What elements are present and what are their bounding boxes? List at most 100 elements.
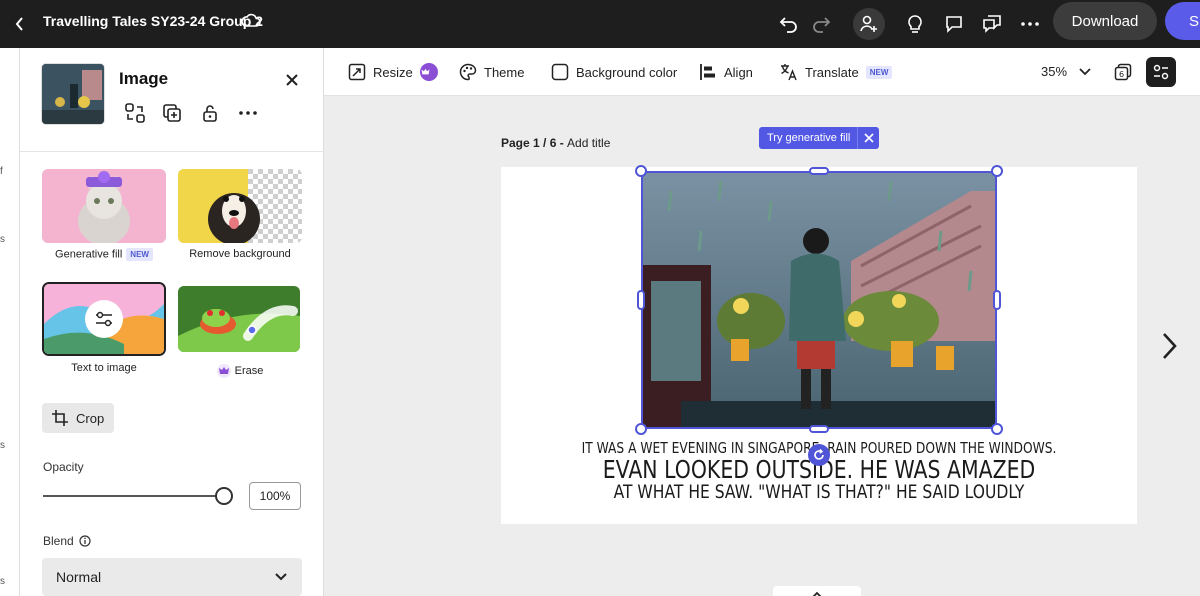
left-rail: f s s s bbox=[0, 48, 20, 596]
layers-icon bbox=[1153, 64, 1169, 80]
color-swatch-icon bbox=[551, 63, 569, 81]
panel-title: Image bbox=[119, 69, 169, 88]
background-color-button[interactable]: Background color bbox=[551, 61, 677, 83]
generative-fill-card[interactable] bbox=[42, 169, 166, 243]
opacity-slider-track[interactable] bbox=[43, 495, 225, 497]
redo-icon bbox=[813, 17, 831, 33]
duplicate-icon bbox=[163, 104, 181, 122]
info-icon[interactable] bbox=[79, 535, 91, 547]
resize-handle[interactable] bbox=[991, 423, 1003, 435]
theme-button[interactable]: Theme bbox=[459, 61, 524, 83]
selection-frame bbox=[641, 171, 997, 429]
premium-crown-icon bbox=[216, 364, 231, 378]
lightbulb-icon bbox=[908, 15, 922, 33]
try-generative-fill-button[interactable]: Try generative fill bbox=[759, 127, 879, 149]
close-icon bbox=[286, 74, 298, 86]
chevron-down-icon bbox=[1079, 68, 1091, 76]
comment-button[interactable] bbox=[938, 8, 970, 40]
rotate-handle[interactable] bbox=[808, 444, 830, 466]
pages-icon: 6 bbox=[1114, 63, 1132, 81]
replace-icon bbox=[125, 103, 145, 123]
download-button[interactable]: Download bbox=[1053, 2, 1157, 40]
new-badge: NEW bbox=[126, 248, 153, 261]
more-options-button[interactable] bbox=[237, 102, 259, 124]
translate-button[interactable]: Translate NEW bbox=[780, 61, 893, 83]
crop-button[interactable]: Crop bbox=[42, 403, 114, 433]
chat-icon bbox=[983, 15, 1001, 33]
replace-image-button[interactable] bbox=[124, 102, 146, 124]
blend-label: Blend bbox=[43, 534, 91, 548]
top-bar: Travelling Tales SY23-24 Group 2 Downloa… bbox=[0, 0, 1200, 48]
story-text-line[interactable]: AT WHAT HE SAW. "WHAT IS THAT?" HE SAID … bbox=[559, 481, 1079, 503]
crop-label: Crop bbox=[76, 410, 105, 426]
chevron-up-icon bbox=[812, 591, 822, 596]
add-title-field[interactable]: Add title bbox=[567, 136, 610, 150]
invite-button[interactable] bbox=[853, 8, 885, 40]
canvas-page[interactable]: IT WAS A WET EVENING IN SINGAPORE. RAIN … bbox=[501, 165, 1137, 524]
generative-fill-label: Generative fill NEW bbox=[42, 248, 166, 261]
add-person-icon bbox=[860, 15, 877, 32]
divider bbox=[20, 151, 324, 152]
page-indicator: Page 1 / 6 - bbox=[501, 136, 568, 150]
image-thumbnail bbox=[42, 64, 104, 124]
palette-icon bbox=[459, 63, 477, 81]
resize-button[interactable]: Resize bbox=[348, 61, 438, 83]
resize-handle[interactable] bbox=[637, 290, 645, 310]
next-page-button[interactable] bbox=[1156, 330, 1182, 362]
svg-text:6: 6 bbox=[1119, 70, 1124, 79]
more-icon bbox=[1021, 22, 1039, 26]
resize-handle[interactable] bbox=[809, 425, 829, 433]
chat-button[interactable] bbox=[976, 8, 1008, 40]
share-button[interactable]: Share bbox=[1165, 2, 1200, 40]
image-panel: Image Generative fill NEW Remove backgro… bbox=[20, 48, 324, 596]
layers-button[interactable] bbox=[1146, 57, 1176, 87]
remove-background-label: Remove background bbox=[189, 248, 291, 260]
resize-handle[interactable] bbox=[993, 290, 1001, 310]
opacity-label: Opacity bbox=[43, 460, 84, 474]
align-icon bbox=[700, 64, 715, 80]
chevron-right-icon bbox=[1163, 333, 1177, 359]
redo-button[interactable] bbox=[805, 8, 837, 40]
rail-label: f bbox=[0, 166, 3, 177]
remove-background-card[interactable] bbox=[178, 169, 302, 243]
resize-handle[interactable] bbox=[809, 167, 829, 175]
document-title[interactable]: Travelling Tales SY23-24 Group 2 bbox=[43, 13, 263, 29]
close-panel-button[interactable] bbox=[282, 70, 302, 90]
ideas-button[interactable] bbox=[899, 8, 931, 40]
page-strip-toggle[interactable] bbox=[773, 586, 861, 596]
opacity-slider-thumb[interactable] bbox=[215, 487, 233, 505]
align-button[interactable]: Align bbox=[699, 61, 753, 83]
undo-button[interactable] bbox=[773, 8, 805, 40]
resize-handle[interactable] bbox=[635, 423, 647, 435]
close-icon bbox=[863, 133, 874, 143]
rail-label: s bbox=[0, 234, 5, 245]
duplicate-button[interactable] bbox=[161, 102, 183, 124]
text-to-image-card[interactable] bbox=[42, 282, 166, 356]
premium-crown-icon bbox=[419, 63, 438, 81]
cloud-icon[interactable] bbox=[240, 10, 262, 32]
rotate-icon bbox=[814, 448, 824, 460]
generative-fill-label: Try generative fill bbox=[767, 132, 851, 144]
comment-icon bbox=[946, 16, 962, 33]
resize-handle[interactable] bbox=[991, 165, 1003, 177]
translate-icon bbox=[781, 64, 797, 81]
resize-label: Resize bbox=[373, 64, 413, 80]
background-color-label: Background color bbox=[576, 64, 678, 80]
zoom-level[interactable]: 35% bbox=[1041, 64, 1067, 79]
chevron-down-icon bbox=[275, 573, 287, 581]
back-button[interactable] bbox=[12, 12, 28, 36]
dismiss-generative-fill-button[interactable] bbox=[857, 127, 879, 149]
resize-icon bbox=[348, 63, 366, 81]
more-button[interactable] bbox=[1014, 8, 1046, 40]
erase-label: Erase bbox=[178, 364, 302, 378]
blend-label-text: Blend bbox=[43, 534, 74, 548]
lock-button[interactable] bbox=[199, 102, 221, 124]
zoom-dropdown-button[interactable] bbox=[1071, 58, 1099, 86]
pages-button[interactable]: 6 bbox=[1109, 58, 1137, 86]
text-to-image-label: Text to image bbox=[71, 362, 137, 374]
blend-mode-select[interactable]: Normal bbox=[42, 558, 302, 596]
opacity-input[interactable]: 100% bbox=[249, 482, 301, 510]
undo-icon bbox=[779, 17, 797, 33]
erase-card[interactable] bbox=[178, 286, 300, 352]
resize-handle[interactable] bbox=[635, 165, 647, 177]
